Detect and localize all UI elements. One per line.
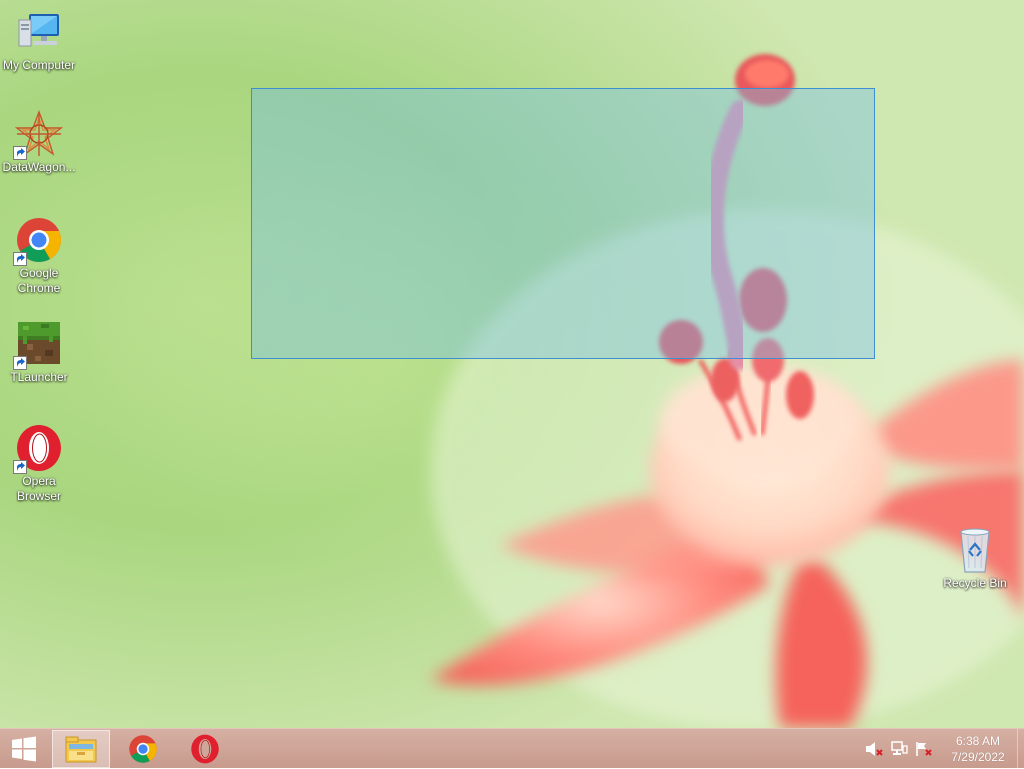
desktop-icon-label: My Computer (2, 58, 76, 72)
desktop-icon-label: Google Chrome (17, 266, 61, 295)
chrome-icon (129, 735, 157, 763)
desktop-icon-label: TLauncher (10, 370, 68, 384)
volume-muted-icon[interactable] (864, 739, 884, 759)
desktop-icon-label: Opera Browser (16, 474, 61, 503)
desktop[interactable]: My Computer DataWagon... Google Chrome T… (0, 0, 1024, 728)
network-icon[interactable] (889, 739, 909, 759)
desktop-icon-label: Recycle Bin (943, 576, 1007, 590)
desktop-icon-label: DataWagon... (2, 160, 76, 174)
datawagon-icon (13, 110, 64, 160)
minecraft-grass-block-icon (13, 320, 63, 370)
clock-time: 6:38 AM (955, 734, 1001, 748)
desktop-icon-recycle-bin[interactable]: Recycle Bin (937, 526, 1013, 591)
shortcut-arrow-icon (13, 146, 27, 160)
show-desktop-button[interactable] (1017, 729, 1024, 769)
computer-icon (15, 8, 63, 56)
taskbar-clock[interactable]: 6:38 AM 7/29/2022 (939, 733, 1017, 765)
shortcut-arrow-icon (13, 252, 27, 266)
drag-selection-marquee (251, 88, 875, 359)
taskbar-opera-button[interactable] (176, 730, 234, 768)
taskbar-chrome-button[interactable] (114, 730, 172, 768)
taskbar[interactable]: 6:38 AM 7/29/2022 (0, 728, 1024, 769)
start-button[interactable] (0, 730, 48, 768)
system-tray: 6:38 AM 7/29/2022 (864, 729, 1024, 769)
opera-icon (191, 734, 219, 764)
desktop-icon-tlauncher[interactable]: TLauncher (1, 320, 77, 385)
recycle-bin-icon (951, 526, 999, 574)
action-center-flag-icon[interactable] (914, 739, 934, 759)
clock-date: 7/29/2022 (951, 750, 1005, 764)
taskbar-file-explorer-button[interactable] (52, 730, 110, 768)
file-explorer-icon (65, 736, 97, 763)
desktop-icon-google-chrome[interactable]: Google Chrome (1, 216, 77, 296)
shortcut-arrow-icon (13, 460, 27, 474)
chrome-icon (13, 216, 63, 266)
opera-icon (13, 424, 63, 474)
desktop-icon-my-computer[interactable]: My Computer (1, 8, 77, 73)
desktop-icon-opera-browser[interactable]: Opera Browser (1, 424, 77, 504)
windows-logo-icon (12, 736, 36, 762)
shortcut-arrow-icon (13, 356, 27, 370)
desktop-icon-datawagon[interactable]: DataWagon... (1, 110, 77, 175)
